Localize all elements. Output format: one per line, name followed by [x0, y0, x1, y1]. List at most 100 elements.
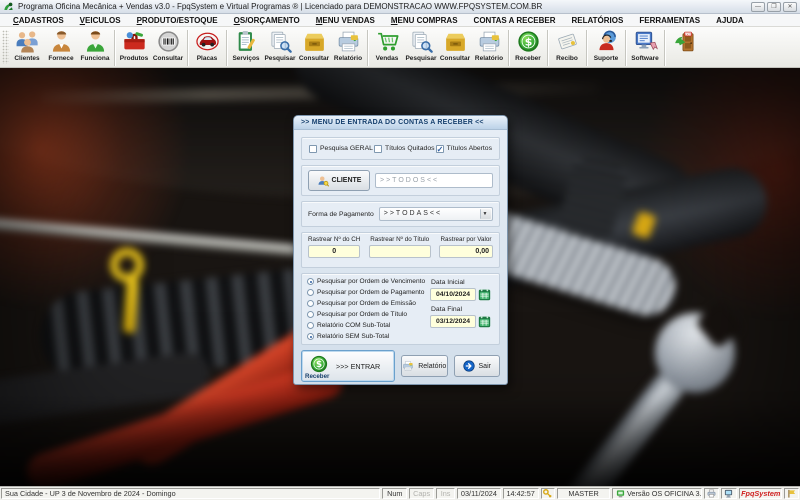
cliente-input[interactable]: >>TODOS<< — [375, 173, 493, 188]
status-version: Versão OS OFICINA 3.0 — [627, 489, 702, 498]
toolbar-label: Relatório — [475, 55, 503, 62]
toolbar-label: Consultar — [299, 55, 329, 62]
printer-icon — [707, 489, 716, 498]
menu-cadastros[interactable]: CADASTROS — [5, 16, 72, 25]
menu-os-orcamento[interactable]: OS/ORÇAMENTO — [226, 16, 308, 25]
shopping-cart-icon — [375, 29, 400, 54]
cliente-button-label: CLIENTE — [332, 177, 362, 184]
arrow-circle-icon — [463, 360, 475, 372]
checkbox-box-checked[interactable]: ✓ — [436, 145, 444, 153]
menu-produto-estoque[interactable]: PRODUTO/ESTOQUE — [129, 16, 226, 25]
toolbar-button-consultar-produtos[interactable]: Consultar — [152, 29, 184, 62]
toolbar-button-consultar-os[interactable]: Consultar — [298, 29, 330, 62]
toolbar-label: Produtos — [120, 55, 149, 62]
toolbar-button-placas[interactable]: Placas — [191, 29, 223, 62]
toolbar-button-suporte[interactable]: Suporte — [590, 29, 622, 62]
rastrear-titulo-input[interactable] — [369, 245, 431, 258]
toolbar-button-funciona[interactable]: Funciona — [79, 29, 111, 62]
status-printer-segment[interactable] — [704, 488, 719, 499]
menu-bar: CADASTROS VEICULOS PRODUTO/ESTOQUE OS/OR… — [0, 14, 800, 27]
rastrear-valor-input[interactable]: 0,00 — [439, 245, 493, 258]
close-button[interactable]: ✕ — [783, 2, 797, 12]
menu-contas-receber[interactable]: CONTAS A RECEBER — [466, 16, 564, 25]
calendar-icon[interactable] — [478, 315, 491, 328]
radio-ordem-pagamento[interactable]: Pesquisar por Ordem de Pagamento — [307, 289, 430, 296]
radio-ordem-emissao[interactable]: Pesquisar por Ordem de Emissão — [307, 300, 430, 307]
toolbar-button-exit[interactable] — [668, 29, 700, 55]
app-window: Programa Oficina Mecânica + Vendas v3.0 … — [0, 0, 800, 500]
toolbar-button-pesquisar-os[interactable]: Pesquisar — [264, 29, 296, 62]
radio-dot[interactable] — [307, 322, 314, 329]
status-monitor-segment[interactable] — [721, 488, 737, 499]
menu-ajuda[interactable]: AJUDA — [708, 16, 752, 25]
checkbox-titulos-abertos[interactable]: ✓ Títulos Abertos — [436, 145, 492, 153]
sair-label: Sair — [479, 363, 491, 370]
toolbar-button-receber[interactable]: Receber — [512, 29, 544, 62]
entrar-label: >>> ENTRAR — [336, 351, 392, 381]
barcode-search-icon — [156, 29, 181, 54]
checkbox-box[interactable] — [374, 145, 382, 153]
toolbar-button-relatorio-os[interactable]: Relatório — [332, 29, 364, 62]
radio-relatorio-sem-subtotal[interactable]: Relatório SEM Sub-Total — [307, 333, 430, 340]
menu-compras[interactable]: MENU COMPRAS — [383, 16, 466, 25]
toolbar-separator — [226, 30, 227, 66]
toolbar-button-produtos[interactable]: Produtos — [118, 29, 150, 62]
radio-ordem-vencimento[interactable]: Pesquisar por Ordem de Vencimento — [307, 278, 430, 285]
dialog-title: >> MENU DE ENTRADA DO CONTAS A RECEBER <… — [294, 116, 507, 130]
data-final-input[interactable]: 03/12/2024 — [430, 315, 476, 328]
toolbar-button-software[interactable]: Software — [629, 29, 661, 62]
toolbar-button-fornece[interactable]: Fornece — [45, 29, 77, 62]
forma-pagamento-value: >>TODAS<< — [384, 210, 442, 217]
version-chip-icon — [616, 489, 625, 498]
relatorio-button[interactable]: Relatório — [401, 355, 448, 377]
forma-pagamento-select[interactable]: >>TODAS<< ▼ — [379, 207, 493, 221]
calendar-icon[interactable] — [478, 288, 491, 301]
radio-ordem-titulo[interactable]: Pesquisar por Ordem de Título — [307, 311, 430, 318]
radio-dot[interactable] — [307, 300, 314, 307]
chevron-down-icon[interactable]: ▼ — [480, 209, 491, 219]
menu-relatorios[interactable]: RELATÓRIOS — [563, 16, 631, 25]
toolbar-button-relatorio-vendas[interactable]: Relatório — [473, 29, 505, 62]
sair-button[interactable]: Sair — [454, 355, 501, 377]
status-num: Num — [382, 488, 407, 499]
toolbar-button-recibo[interactable]: Recibo — [551, 29, 583, 62]
radio-dot[interactable] — [307, 278, 314, 285]
rastrear-valor-label: Rastrear por Valor — [441, 236, 492, 243]
rastrear-titulo-label: Rastrear Nº do Título — [370, 236, 429, 243]
forma-pagamento-label: Forma de Pagamento — [308, 211, 374, 218]
checkbox-titulos-quitados[interactable]: Títulos Quitados — [374, 145, 435, 153]
restore-button[interactable]: ❐ — [767, 2, 781, 12]
menu-vendas[interactable]: MENU VENDAS — [308, 16, 383, 25]
toolbar-label: Receber — [515, 55, 541, 62]
status-ins: Ins — [436, 488, 455, 499]
rastrear-ch-input[interactable]: 0 — [308, 245, 360, 258]
menu-veiculos[interactable]: VEICULOS — [72, 16, 129, 25]
data-inicial-input[interactable]: 04/10/2024 — [430, 288, 476, 301]
minimize-button[interactable]: — — [751, 2, 765, 12]
toolbar-button-clientes[interactable]: Clientes — [11, 29, 43, 62]
cliente-button[interactable]: CLIENTE — [308, 170, 370, 191]
toolbar-label: Funciona — [81, 55, 110, 62]
entrar-button[interactable]: >>> ENTRAR Receber — [301, 350, 395, 382]
toolbar-button-consultar-vendas[interactable]: Consultar — [439, 29, 471, 62]
data-final-label: Data Final — [431, 306, 494, 313]
radio-dot[interactable] — [307, 289, 314, 296]
brand-label: FpqSystem — [741, 489, 780, 498]
toolbar-label: Placas — [197, 55, 218, 62]
employee-icon — [83, 29, 108, 54]
radio-label: Pesquisar por Ordem de Vencimento — [317, 278, 425, 285]
menu-ferramentas[interactable]: FERRAMENTAS — [631, 16, 708, 25]
software-monitor-icon — [633, 29, 658, 54]
toolbar-button-servicos[interactable]: Serviços — [230, 29, 262, 62]
radio-dot[interactable] — [307, 333, 314, 340]
entrar-sub-label: Receber — [305, 373, 329, 380]
toolbar-button-pesquisar-vendas[interactable]: Pesquisar — [405, 29, 437, 62]
toolbar-label: Pesquisar — [264, 55, 295, 62]
checkbox-box[interactable] — [309, 145, 317, 153]
radio-dot[interactable] — [307, 311, 314, 318]
rastrear-ch-label: Rastrear Nº do CH — [308, 236, 360, 243]
checkbox-pesquisa-geral[interactable]: Pesquisa GERAL — [309, 145, 373, 153]
receipt-icon — [555, 29, 580, 54]
radio-relatorio-com-subtotal[interactable]: Relatório COM Sub-Total — [307, 322, 430, 329]
toolbar-button-vendas[interactable]: Vendas — [371, 29, 403, 62]
